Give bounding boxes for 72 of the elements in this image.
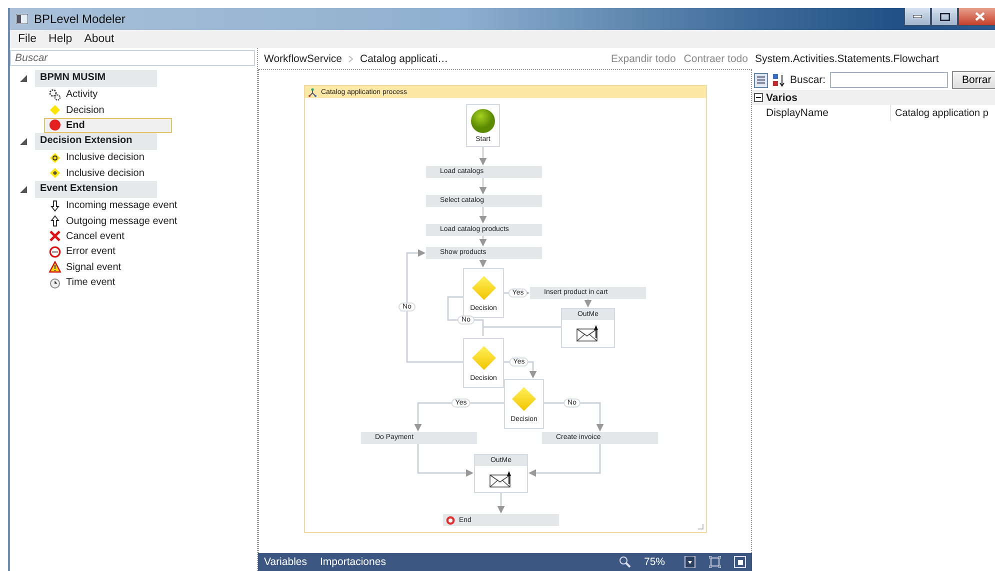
toolbox-item[interactable]: Cancel event	[44, 228, 172, 244]
property-search-field[interactable]	[830, 72, 948, 88]
warning-icon	[49, 261, 61, 274]
breadcrumb-item[interactable]: Catalog applicati…	[360, 52, 448, 64]
expander-icon[interactable]	[20, 186, 27, 193]
toolbox-item[interactable]: Decision	[44, 102, 172, 118]
search-icon[interactable]	[618, 556, 631, 568]
fit-screen-icon[interactable]	[709, 556, 721, 568]
toolbox-item[interactable]: Time event	[44, 274, 172, 290]
app-icon	[16, 14, 28, 24]
connector-arrow	[479, 236, 487, 246]
designer-tab[interactable]: Variables	[264, 556, 307, 568]
designer-tab[interactable]: Importaciones	[320, 556, 386, 568]
maximize-button[interactable]	[931, 8, 958, 26]
minimize-button[interactable]	[904, 8, 931, 26]
toolbar-link[interactable]: Expandir todo	[610, 52, 676, 64]
resize-grip-icon[interactable]	[697, 523, 704, 530]
start-circle-icon	[470, 108, 496, 134]
diamond-plus-icon	[49, 167, 61, 180]
diamond-icon	[470, 345, 496, 371]
expander-icon[interactable]	[20, 75, 27, 82]
toolbox-item[interactable]: Activity	[44, 87, 172, 102]
toolbox-item[interactable]: Incoming message event	[44, 198, 182, 214]
maximize-icon	[940, 12, 950, 20]
gears-icon	[49, 88, 61, 101]
property-name: DisplayName	[752, 105, 891, 121]
category-header[interactable]: BPMN MUSIM	[35, 70, 157, 87]
diamond-icon	[470, 275, 496, 301]
diamond-icon	[49, 104, 61, 116]
category-label: Varios	[766, 92, 798, 104]
window-title: BPLevel Modeler	[34, 12, 126, 26]
toolbox-item[interactable]: Inclusive decision	[44, 166, 172, 181]
menu-item[interactable]: File	[18, 33, 37, 45]
close-button[interactable]	[958, 8, 995, 26]
stop-icon	[446, 516, 455, 524]
search-field[interactable]: Buscar	[10, 50, 255, 66]
sort-icon[interactable]	[772, 72, 786, 88]
minimize-icon	[913, 15, 922, 18]
dropdown-icon[interactable]	[684, 556, 696, 568]
down-arrow-icon	[49, 200, 61, 212]
menu-item[interactable]: About	[84, 33, 114, 45]
toolbox-item[interactable]: Error event	[44, 244, 172, 260]
toolbox-item[interactable]: Inclusive decision	[44, 150, 172, 166]
category-header[interactable]: Event Extension	[35, 180, 157, 198]
circle-icon	[49, 119, 61, 132]
toolbox-item[interactable]: Outgoing message event	[44, 213, 182, 229]
menu-item[interactable]: Help	[48, 33, 72, 45]
error-icon	[49, 246, 61, 258]
property-value[interactable]: Catalog application p	[891, 108, 988, 118]
clear-button[interactable]: Borrar	[952, 71, 995, 89]
collapse-icon[interactable]	[754, 93, 763, 102]
envelope-icon	[576, 324, 600, 342]
connector-arrow	[479, 178, 487, 194]
flowchart-icon	[308, 88, 317, 96]
search-label: Buscar:	[790, 74, 826, 86]
cross-icon	[49, 230, 61, 242]
zoom-level[interactable]: 75%	[644, 556, 665, 568]
toolbox-item[interactable]: Signal event	[44, 260, 172, 275]
chevron-icon	[348, 54, 354, 62]
toolbar-link[interactable]: Contraer todo	[684, 52, 748, 64]
overview-icon[interactable]	[734, 556, 746, 568]
toolbox-item[interactable]: End	[44, 118, 172, 134]
up-arrow-icon	[49, 215, 61, 228]
category-header[interactable]: Decision Extension	[35, 133, 157, 150]
diamond-icon	[511, 386, 537, 412]
close-icon	[975, 12, 985, 21]
expander-icon[interactable]	[20, 138, 27, 146]
breadcrumb-item[interactable]: WorkflowService	[264, 52, 342, 64]
envelope-icon	[489, 470, 513, 488]
categorized-icon[interactable]	[754, 72, 768, 88]
alarm-clock-icon	[49, 276, 61, 289]
connector-arrow	[479, 207, 487, 224]
